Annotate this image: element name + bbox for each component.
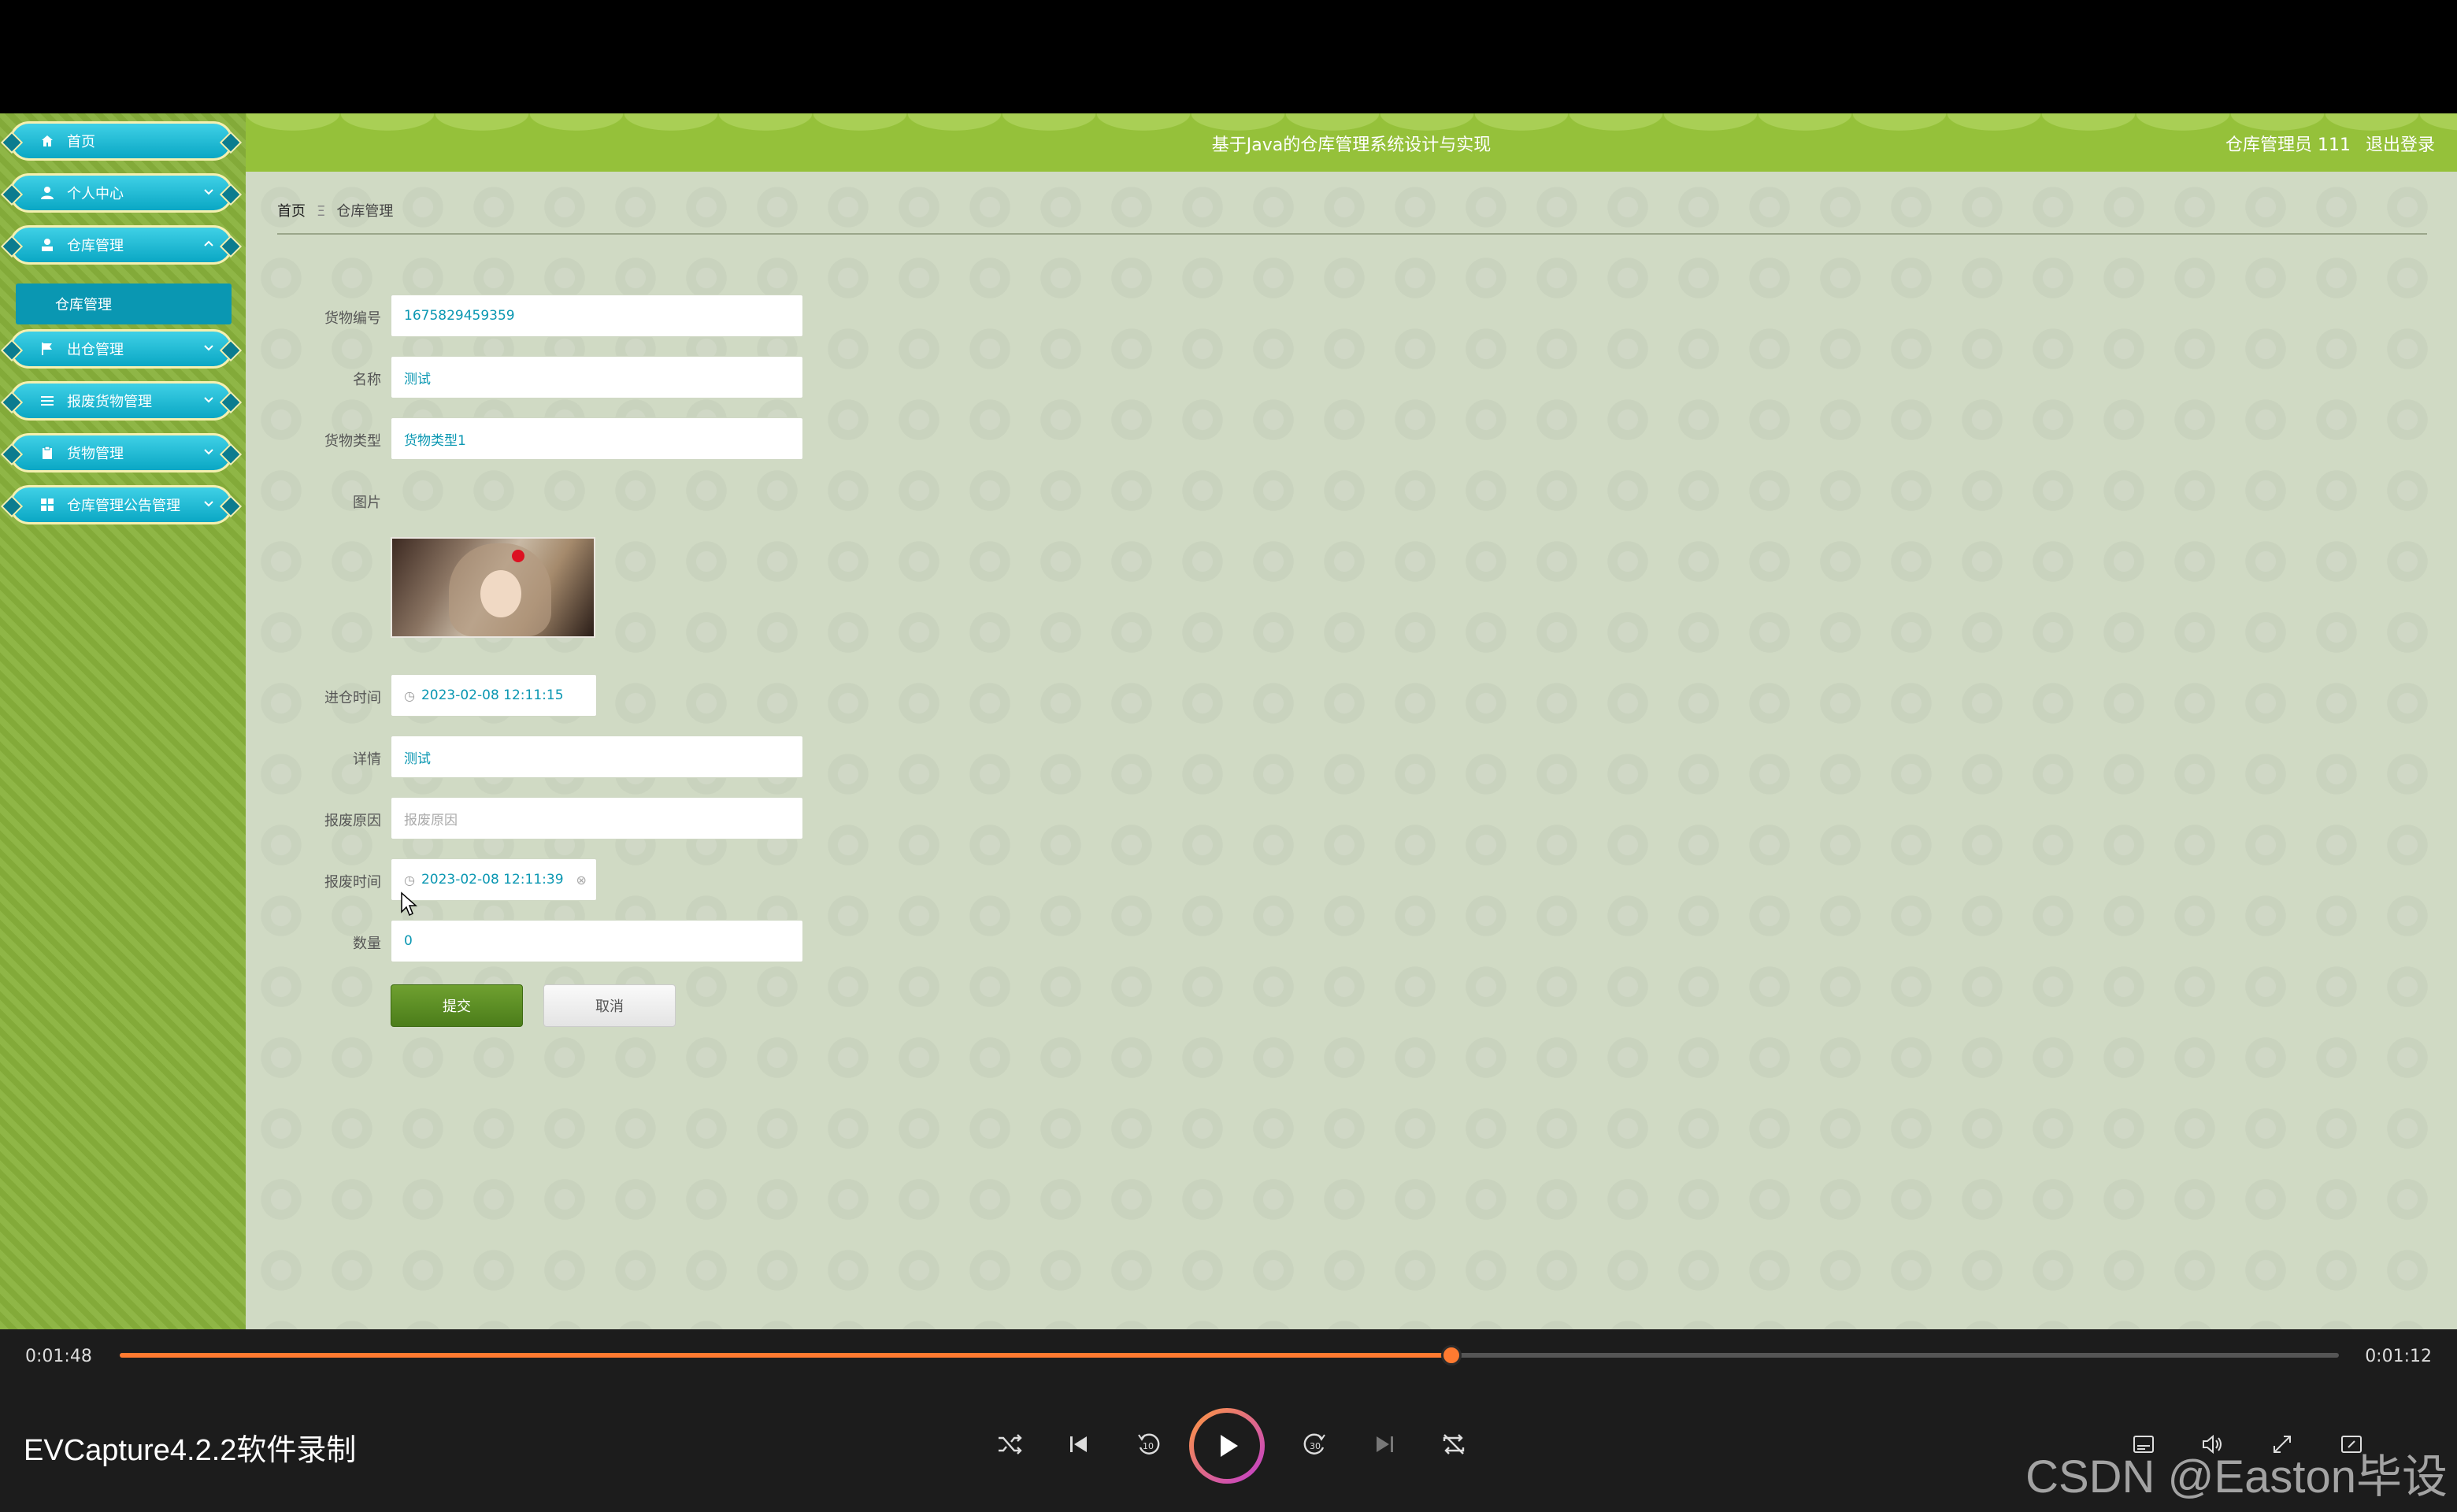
svg-text:30: 30 [1310,1441,1321,1451]
image-label: 图片 [353,495,381,511]
chevron-down-icon [202,497,215,513]
name-input[interactable]: 测试 [391,356,803,398]
clock-icon: ◷ [404,687,415,703]
svg-text:10: 10 [1143,1441,1154,1451]
detail-input[interactable]: 测试 [391,736,803,778]
progress-thumb[interactable] [1440,1345,1462,1366]
chevron-up-icon [202,237,215,254]
chevron-down-icon [202,341,215,358]
forward-30-icon[interactable]: 30 [1293,1422,1337,1466]
scrap-reason-label: 报废原因 [324,813,381,829]
clipboard-icon [39,444,56,461]
user-area: 仓库管理员 111 退出登录 [2216,131,2435,156]
top-black-bar [0,0,2457,113]
grid-icon [39,496,56,513]
sidebar-item-label: 报废货物管理 [67,394,152,410]
list-icon [39,392,56,410]
sidebar-item-home[interactable]: 首页 [0,121,243,161]
play-icon [1221,1435,1238,1457]
warehouse-icon [39,236,56,254]
home-icon [39,132,56,150]
chevron-down-icon [202,393,215,410]
qty-label: 数量 [353,936,381,952]
breadcrumb-current: 仓库管理 [336,203,394,220]
main-content: 首页 Ξ 仓库管理 货物编号 1675829459359 名称 测试 货物类型 货物… [246,172,2457,1329]
sidebar-item-label: 仓库管理 [67,238,124,254]
progress-fill [120,1353,1451,1358]
name-label: 名称 [353,372,381,388]
chevron-down-icon [202,185,215,202]
watermark: CSDN @Easton毕设 [2025,1451,2448,1503]
goods-photo[interactable] [391,537,595,638]
logout-link[interactable]: 退出登录 [2366,135,2435,155]
breadcrumb: 首页 Ξ 仓库管理 [277,200,393,220]
in-time-value: 2023-02-08 12:11:15 [421,687,564,703]
scrap-time-value: 2023-02-08 12:11:39 [421,872,564,888]
breadcrumb-divider [277,233,2427,235]
chevron-down-icon [202,445,215,461]
current-time: 0:01:48 [25,1347,92,1366]
progress-track[interactable] [120,1345,2339,1366]
sidebar-item-goods[interactable]: 货物管理 [0,433,243,472]
sidebar: 首页 个人中心 仓库管理 仓库管理 出仓管理 报废货物管理 货物管理 仓库管理公… [0,113,246,1329]
sidebar-item-scrap-goods[interactable]: 报废货物管理 [0,381,243,421]
mouse-cursor-icon [401,891,417,917]
recorder-label: EVCapture4.2.2软件录制 [24,1434,357,1467]
sidebar-item-label: 货物管理 [67,446,124,462]
sidebar-item-label: 个人中心 [67,186,124,202]
user-icon [39,184,56,202]
sidebar-item-label: 仓库管理公告管理 [67,498,180,514]
cancel-button[interactable]: 取消 [543,984,676,1027]
type-input[interactable]: 货物类型1 [391,417,803,460]
goods-no-input[interactable]: 1675829459359 [391,295,803,337]
app-window: 首页 个人中心 仓库管理 仓库管理 出仓管理 报废货物管理 货物管理 仓库管理公… [0,113,2457,1329]
shuffle-icon[interactable] [988,1422,1032,1466]
flag-icon [39,340,56,358]
rewind-10-icon[interactable]: 10 [1126,1422,1170,1466]
breadcrumb-separator: Ξ [317,203,326,220]
sidebar-subitem-warehouse[interactable]: 仓库管理 [16,284,232,324]
sidebar-item-warehouse[interactable]: 仓库管理 [0,225,243,265]
in-time-input[interactable]: ◷ 2023-02-08 12:11:15 [391,674,597,717]
type-label: 货物类型 [324,433,381,450]
detail-label: 详情 [353,751,381,768]
clear-icon[interactable]: ⊗ [576,873,587,888]
sidebar-item-label: 首页 [67,134,95,150]
scrap-reason-input[interactable]: 报废原因 [391,797,803,839]
clock-icon: ◷ [404,872,415,888]
scrap-time-input[interactable]: ◷ 2023-02-08 12:11:39 ⊗ [391,858,597,901]
sidebar-item-profile[interactable]: 个人中心 [0,173,243,213]
previous-icon[interactable] [1057,1422,1101,1466]
breadcrumb-home[interactable]: 首页 [277,203,306,220]
remaining-time: 0:01:12 [2365,1347,2432,1366]
play-button[interactable] [1189,1408,1265,1484]
sidebar-item-label: 出仓管理 [67,342,124,358]
media-player-bar: 0:01:48 0:01:12 EVCapture4.2.2软件录制 10 30… [0,1329,2457,1512]
sidebar-item-outbound[interactable]: 出仓管理 [0,329,243,369]
top-header: 基于Java的仓库管理系统设计与实现 仓库管理员 111 退出登录 [246,113,2457,172]
in-time-label: 进仓时间 [324,690,381,706]
qty-input[interactable]: 0 [391,920,803,962]
system-title: 基于Java的仓库管理系统设计与实现 [1211,135,1492,155]
current-user: 仓库管理员 111 [2225,135,2351,155]
goods-no-label: 货物编号 [324,310,381,327]
scrap-time-label: 报废时间 [324,874,381,891]
submit-button[interactable]: 提交 [391,984,523,1027]
sidebar-item-notice[interactable]: 仓库管理公告管理 [0,485,243,524]
repeat-icon[interactable] [1432,1422,1476,1466]
next-icon[interactable] [1362,1422,1406,1466]
